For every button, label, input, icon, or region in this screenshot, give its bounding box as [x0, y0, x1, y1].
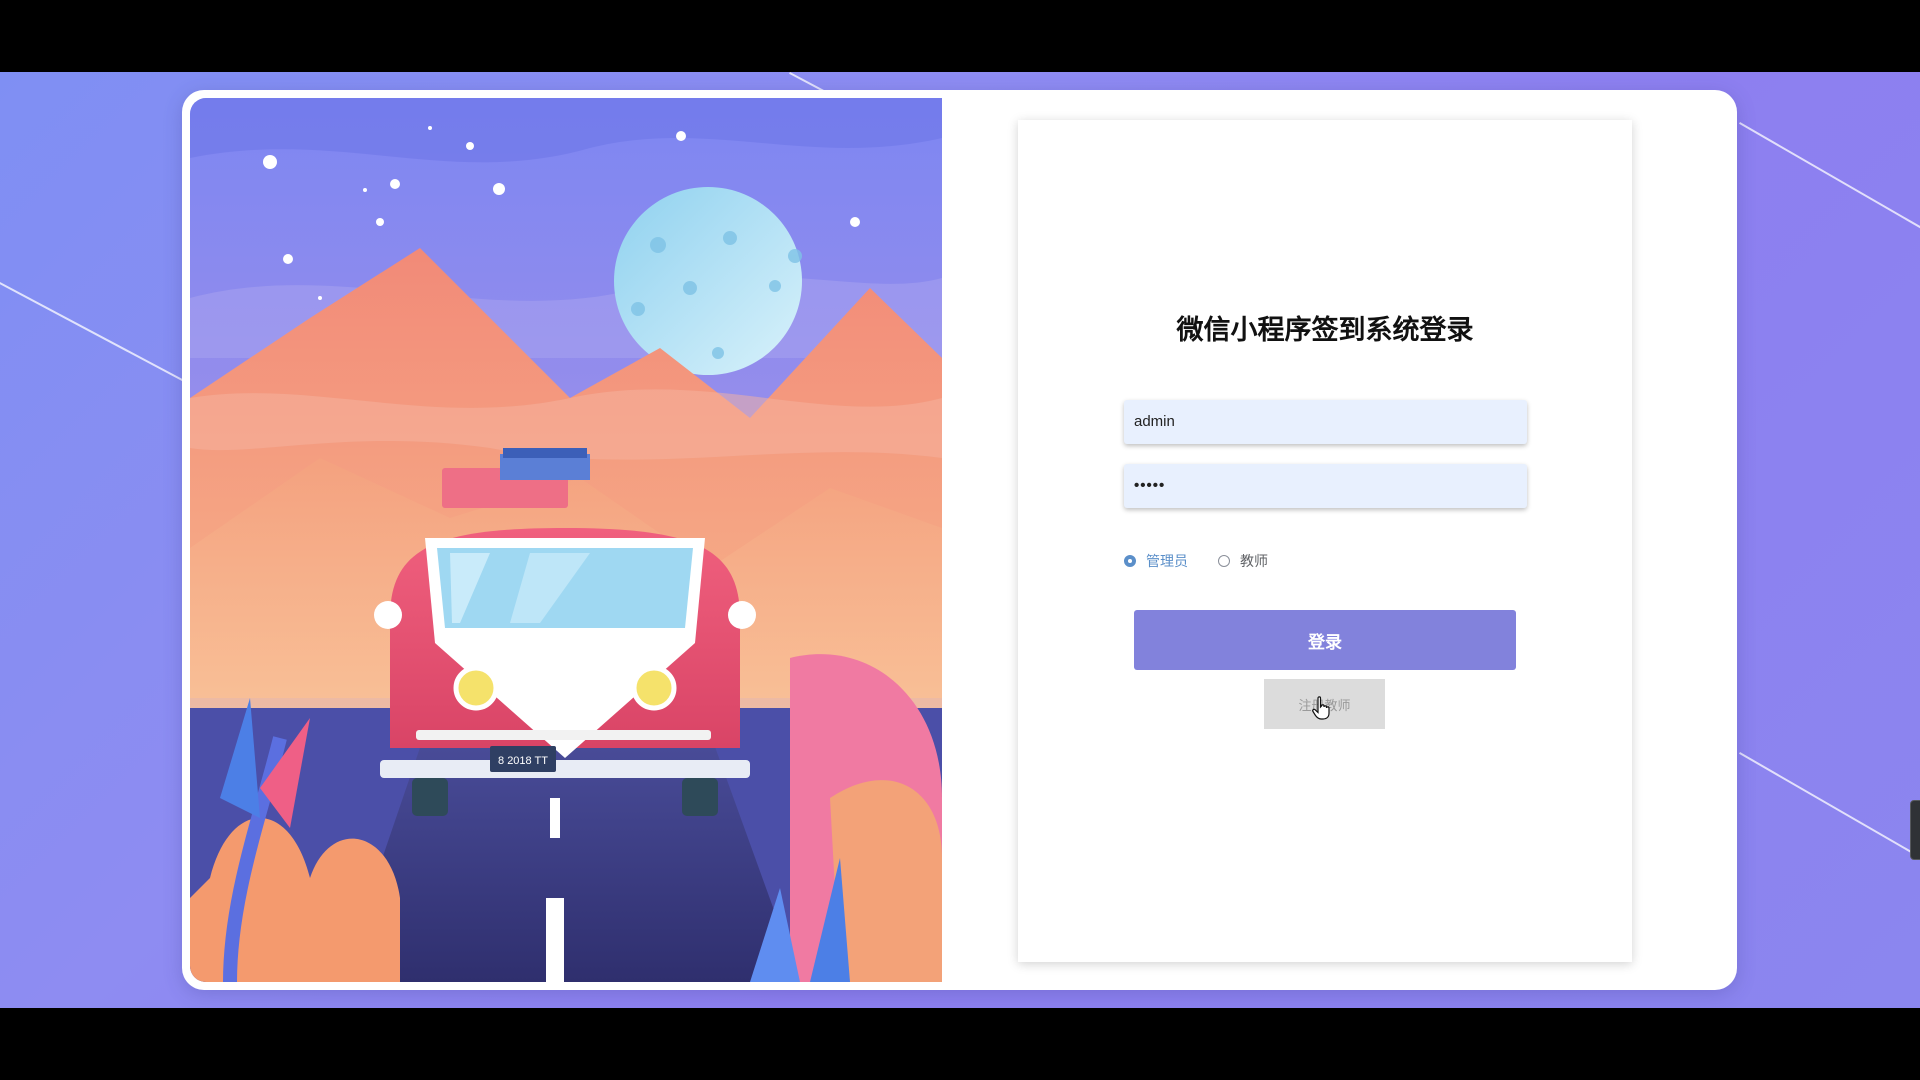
background-line — [0, 282, 204, 392]
illustration-svg: 8 2018 TT — [190, 98, 942, 982]
login-page-background: 8 2018 TT 微信小程序签到系统登录 admin ••••• 管理员 教师… — [0, 72, 1920, 1008]
role-teacher-option[interactable]: 教师 — [1218, 551, 1268, 571]
travel-illustration: 8 2018 TT — [190, 98, 942, 982]
hand-cursor-icon — [1312, 696, 1330, 720]
login-card: 8 2018 TT 微信小程序签到系统登录 admin ••••• 管理员 教师… — [182, 90, 1737, 990]
radio-unchecked-icon[interactable] — [1218, 555, 1230, 567]
license-plate: 8 2018 TT — [498, 755, 548, 767]
role-teacher-label: 教师 — [1240, 554, 1268, 570]
role-admin-option[interactable]: 管理员 — [1124, 551, 1188, 571]
login-button[interactable]: 登录 — [1134, 610, 1516, 670]
password-input[interactable]: ••••• — [1124, 464, 1527, 508]
radio-checked-icon[interactable] — [1124, 555, 1136, 567]
background-line — [1739, 122, 1920, 234]
username-input[interactable]: admin — [1124, 400, 1527, 444]
role-radio-group: 管理员 教师 — [1124, 551, 1298, 571]
login-title: 微信小程序签到系统登录 — [1176, 315, 1474, 346]
role-admin-label: 管理员 — [1146, 554, 1188, 570]
side-panel-handle[interactable] — [1910, 800, 1920, 860]
letterbox-bottom — [0, 1008, 1920, 1080]
login-form-panel: 微信小程序签到系统登录 admin ••••• 管理员 教师 登录 注册教师 — [1018, 120, 1632, 962]
background-line — [1739, 752, 1920, 864]
letterbox-top — [0, 0, 1920, 72]
